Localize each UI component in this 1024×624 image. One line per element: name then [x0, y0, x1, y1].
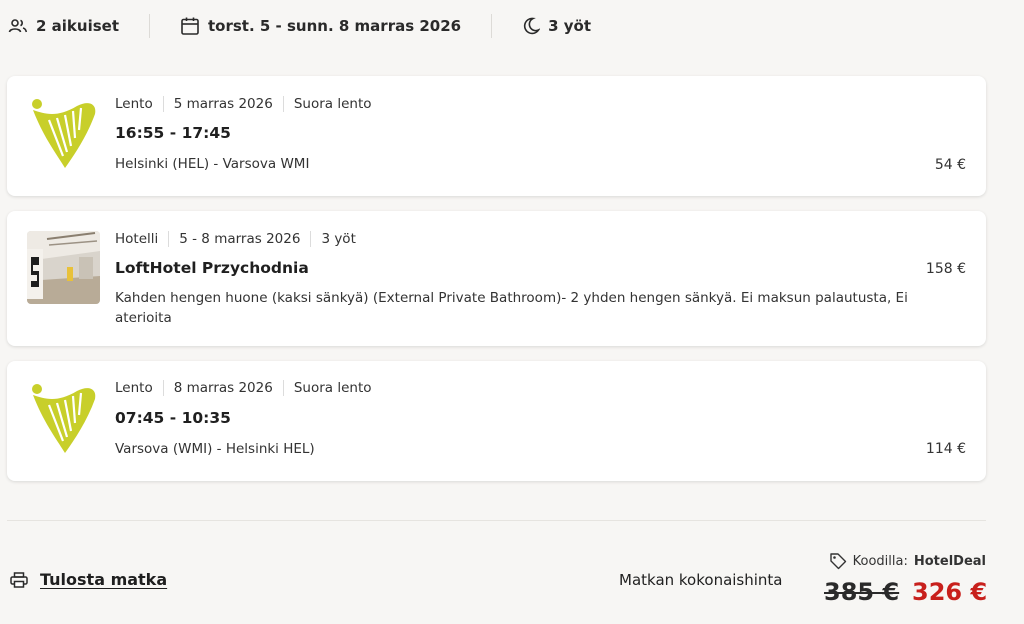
- meta-divider: [282, 96, 284, 112]
- nights-label: 3 yöt: [548, 17, 592, 35]
- flight-meta: Lento 5 marras 2026 Suora lento: [115, 96, 372, 112]
- hotel-meta: Hotelli 5 - 8 marras 2026 3 yöt: [115, 231, 356, 247]
- meta-divider: [282, 380, 284, 396]
- trip-summary: 2 aikuiset torst. 5 - sunn. 8 marras 202…: [8, 12, 591, 40]
- airline-logo-icon: [32, 99, 96, 168]
- meta-divider: [310, 231, 312, 247]
- nights-info: 3 yöt: [522, 17, 591, 35]
- return-flight-card[interactable]: Lento 8 marras 2026 Suora lento 07:45 - …: [7, 361, 986, 481]
- calendar-icon: [181, 17, 199, 35]
- hotel-name[interactable]: LoftHotel Przychodnia: [115, 259, 309, 277]
- flight-date: 8 marras 2026: [173, 380, 273, 396]
- print-trip-link[interactable]: Tulosta matka: [40, 570, 167, 589]
- promo-code: Koodilla: HotelDeal: [829, 552, 986, 570]
- meta-divider: [162, 380, 164, 396]
- hotel-price: 158 €: [925, 261, 966, 277]
- segment-type: Lento: [115, 96, 153, 112]
- printer-icon: [10, 571, 28, 588]
- outbound-flight-card[interactable]: Lento 5 marras 2026 Suora lento 16:55 - …: [7, 76, 986, 196]
- hotel-room-description: Kahden hengen huone (kaksi sänkyä) (Exte…: [115, 290, 908, 326]
- flight-meta: Lento 8 marras 2026 Suora lento: [115, 380, 372, 396]
- tag-icon: [829, 553, 846, 570]
- total-price-label: Matkan kokonaishinta: [619, 571, 783, 589]
- travelers-label: 2 aikuiset: [36, 17, 119, 35]
- travelers-info: 2 aikuiset: [8, 17, 119, 35]
- flight-date: 5 marras 2026: [173, 96, 273, 112]
- hotel-dates: 5 - 8 marras 2026: [179, 231, 301, 247]
- promo-code-value: HotelDeal: [913, 553, 986, 569]
- hotel-nights: 3 yöt: [321, 231, 356, 247]
- segment-type: Lento: [115, 380, 153, 396]
- print-trip[interactable]: Tulosta matka: [10, 570, 167, 589]
- summary-divider: [149, 14, 150, 38]
- dates-label: torst. 5 - sunn. 8 marras 2026: [208, 17, 462, 35]
- dates-info: torst. 5 - sunn. 8 marras 2026: [180, 16, 461, 36]
- flight-route: Varsova (WMI) - Helsinki HEL): [115, 441, 315, 457]
- flight-kind: Suora lento: [293, 96, 372, 112]
- flight-time: 07:45 - 10:35: [115, 409, 231, 427]
- section-divider: [7, 520, 986, 521]
- summary-divider: [491, 14, 493, 38]
- promo-code-label: Koodilla:: [852, 553, 908, 569]
- flight-route: Helsinki (HEL) - Varsova WMI: [115, 156, 310, 172]
- hotel-photo[interactable]: [27, 231, 100, 304]
- airline-logo-icon: [32, 384, 96, 453]
- meta-divider: [168, 231, 170, 247]
- flight-time: 16:55 - 17:45: [115, 124, 231, 142]
- people-icon: [8, 19, 28, 33]
- flight-price: 114 €: [925, 441, 966, 457]
- original-price: 385 €: [824, 578, 900, 606]
- meta-divider: [162, 96, 164, 112]
- moon-icon: [524, 17, 541, 35]
- discounted-price: 326 €: [912, 578, 988, 606]
- flight-price: 54 €: [934, 157, 966, 173]
- flight-kind: Suora lento: [293, 380, 372, 396]
- hotel-card[interactable]: Hotelli 5 - 8 marras 2026 3 yöt LoftHote…: [7, 211, 986, 346]
- segment-type: Hotelli: [115, 231, 159, 247]
- hotel-image: [27, 231, 100, 304]
